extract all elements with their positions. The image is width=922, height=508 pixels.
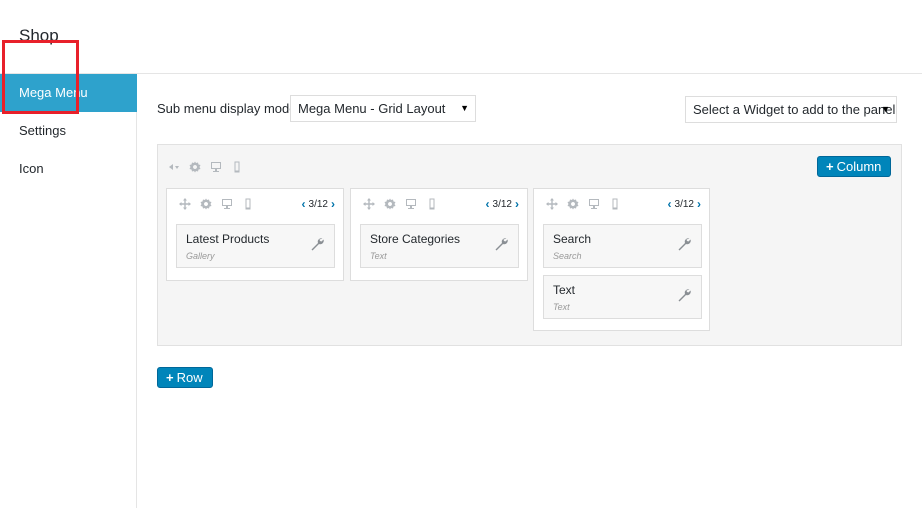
sidebar-item-settings[interactable]: Settings <box>0 112 137 150</box>
mobile-icon[interactable] <box>230 160 244 174</box>
move-icon[interactable] <box>545 197 559 211</box>
chevron-left-icon[interactable]: ‹ <box>302 197 306 211</box>
chevron-left-icon[interactable]: ‹ <box>668 197 672 211</box>
gear-icon[interactable] <box>188 160 202 174</box>
move-icon[interactable] <box>362 197 376 211</box>
wrench-icon[interactable] <box>677 237 691 251</box>
wrench-icon[interactable] <box>494 237 508 251</box>
mobile-icon[interactable] <box>608 197 622 211</box>
desktop-icon[interactable] <box>220 197 234 211</box>
add-column-label: Column <box>836 159 882 174</box>
widget-type: Gallery <box>186 251 215 261</box>
chevron-right-icon[interactable]: › <box>331 197 335 211</box>
widget-select-value: Select a Widget to add to the panel <box>693 102 896 117</box>
column-width-control: ‹ 3/12 › <box>486 197 519 211</box>
menu-column: ‹ 3/12 › Latest Products Gallery <box>166 188 344 281</box>
desktop-icon[interactable] <box>404 197 418 211</box>
collapse-icon[interactable] <box>167 160 181 174</box>
sidebar-item-mega-menu[interactable]: Mega Menu <box>0 74 137 112</box>
wrench-icon[interactable] <box>677 288 691 302</box>
widget-card[interactable]: Latest Products Gallery <box>176 224 335 268</box>
add-row-label: Row <box>176 370 203 385</box>
column-width-control: ‹ 3/12 › <box>668 197 701 211</box>
page-title: Shop <box>19 26 59 45</box>
chevron-right-icon[interactable]: › <box>515 197 519 211</box>
gear-icon[interactable] <box>383 197 397 211</box>
chevron-left-icon[interactable]: ‹ <box>486 197 490 211</box>
add-row-button[interactable]: + Row <box>157 367 213 388</box>
widget-type: Text <box>553 302 570 312</box>
display-mode-value: Mega Menu - Grid Layout <box>298 101 446 116</box>
widget-card[interactable]: Search Search <box>543 224 702 268</box>
plus-icon: + <box>166 370 174 385</box>
mobile-icon[interactable] <box>241 197 255 211</box>
plus-icon: + <box>826 159 834 174</box>
column-toolbar <box>545 197 622 211</box>
widget-title: Latest Products <box>186 232 270 246</box>
widget-type: Text <box>370 251 387 261</box>
widget-card[interactable]: Store Categories Text <box>360 224 519 268</box>
sidebar-item-icon[interactable]: Icon <box>0 150 137 188</box>
column-width-value: 3/12 <box>492 198 512 210</box>
display-mode-label: Sub menu display mode <box>157 101 297 116</box>
mobile-icon[interactable] <box>425 197 439 211</box>
column-width-control: ‹ 3/12 › <box>302 197 335 211</box>
column-width-value: 3/12 <box>674 198 694 210</box>
add-column-button[interactable]: + Column <box>817 156 891 177</box>
sidebar: Mega Menu Settings Icon <box>0 74 137 508</box>
desktop-icon[interactable] <box>587 197 601 211</box>
widget-title: Text <box>553 283 576 297</box>
dropdown-arrow-icon: ▼ <box>881 104 890 114</box>
menu-column: ‹ 3/12 › Store Categories Text <box>350 188 528 281</box>
widget-card[interactable]: Text Text <box>543 275 702 319</box>
widget-type: Search <box>553 251 582 261</box>
desktop-icon[interactable] <box>209 160 223 174</box>
gear-icon[interactable] <box>199 197 213 211</box>
widget-title: Store Categories <box>370 232 461 246</box>
gear-icon[interactable] <box>566 197 580 211</box>
row-toolbar <box>167 160 244 174</box>
display-mode-select[interactable]: Mega Menu - Grid Layout ▼ <box>290 95 476 122</box>
wrench-icon[interactable] <box>310 237 324 251</box>
column-toolbar <box>362 197 439 211</box>
move-icon[interactable] <box>178 197 192 211</box>
column-toolbar <box>178 197 255 211</box>
dropdown-arrow-icon: ▼ <box>460 103 469 113</box>
page-header: Shop <box>0 0 922 74</box>
widget-select[interactable]: Select a Widget to add to the panel ▼ <box>685 96 897 123</box>
widget-title: Search <box>553 232 592 246</box>
chevron-right-icon[interactable]: › <box>697 197 701 211</box>
column-width-value: 3/12 <box>308 198 328 210</box>
menu-column: ‹ 3/12 › Search Search Text Text <box>533 188 710 331</box>
